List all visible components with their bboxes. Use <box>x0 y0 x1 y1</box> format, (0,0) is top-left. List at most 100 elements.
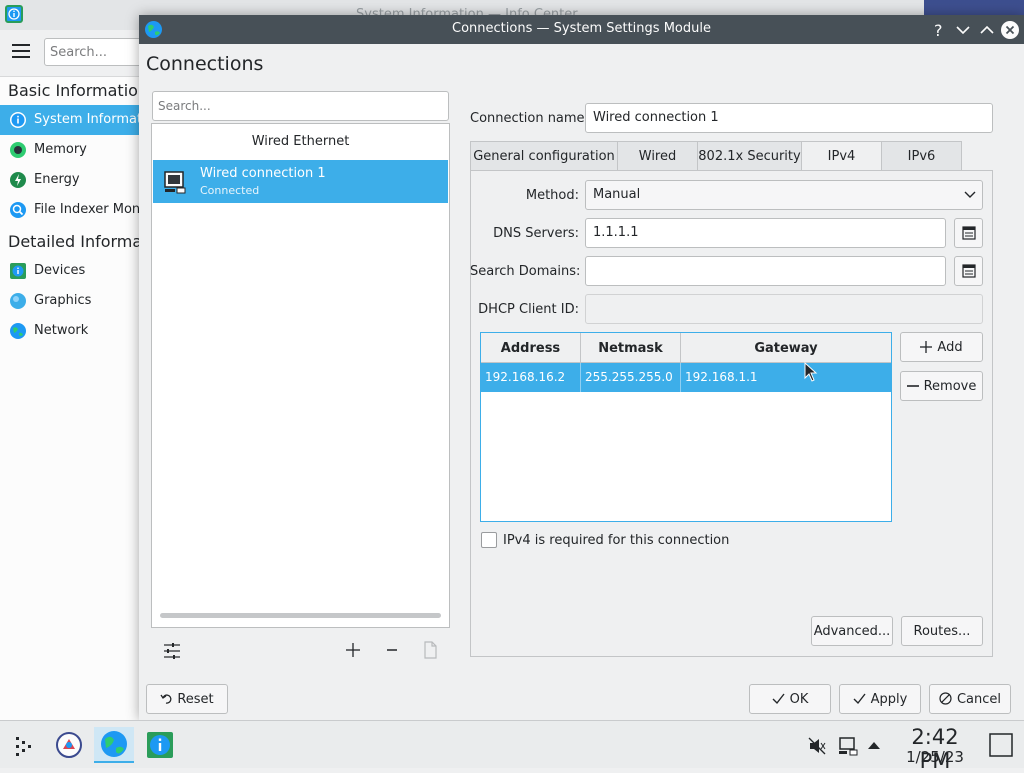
routes-button[interactable]: Routes... <box>901 616 983 646</box>
cancel-button[interactable]: Cancel <box>929 684 1011 714</box>
checkmark-icon <box>772 693 785 705</box>
add-label: Add <box>937 340 963 355</box>
sidebar-item-memory[interactable]: Memory <box>0 135 140 165</box>
minus-icon <box>906 385 919 387</box>
advanced-button[interactable]: Advanced... <box>811 616 893 646</box>
remove-address-button[interactable]: Remove <box>900 371 983 401</box>
ipv4-required-checkbox[interactable] <box>481 532 497 548</box>
task-connections[interactable] <box>94 727 134 763</box>
maximize-chevron-up-icon[interactable] <box>977 20 997 40</box>
apply-label: Apply <box>870 692 908 707</box>
reset-label: Reset <box>177 692 214 707</box>
volume-muted-icon[interactable] <box>808 737 826 755</box>
task-system-settings[interactable] <box>49 727 89 763</box>
tab-ipv4[interactable]: IPv4 <box>801 141 882 172</box>
remove-connection-icon[interactable] <box>380 638 404 662</box>
sidebar-item-label: File Indexer Monitor <box>34 202 140 217</box>
chevron-down-icon <box>964 190 976 200</box>
tab-ipv6[interactable]: IPv6 <box>881 141 962 171</box>
clock-date[interactable]: 1/25/23 <box>893 748 977 766</box>
configure-sliders-icon[interactable] <box>160 638 184 662</box>
cancel-label: Cancel <box>956 692 1002 707</box>
info-icon <box>9 111 27 129</box>
task-info-center[interactable] <box>140 727 180 763</box>
mouse-cursor-icon <box>804 362 818 382</box>
connection-search-input[interactable]: Search... <box>152 91 449 121</box>
connection-name-field[interactable]: Wired connection 1 <box>585 103 993 133</box>
application-launcher-icon[interactable] <box>4 727 44 763</box>
sidebar-item-label: System Information <box>34 112 140 127</box>
minimize-chevron-down-icon[interactable] <box>953 20 973 40</box>
sidebar-item-system-information[interactable]: System Information <box>0 105 140 135</box>
table-cell-netmask[interactable]: 255.255.255.0 <box>581 363 681 392</box>
horizontal-scrollbar[interactable] <box>160 613 441 618</box>
sidebar-item-label: Memory <box>34 142 87 157</box>
cancel-icon <box>939 692 952 705</box>
tab-8021x-security[interactable]: 802.1x Security <box>697 141 802 171</box>
export-document-icon[interactable] <box>418 638 442 662</box>
column-header-netmask[interactable]: Netmask <box>581 333 681 363</box>
dialog-title: Connections — System Settings Module <box>452 21 711 36</box>
ok-label: OK <box>789 692 809 707</box>
sidebar-item-network[interactable]: Network <box>0 316 140 346</box>
method-label: Method: <box>525 188 579 203</box>
sidebar-item-file-indexer-monitor[interactable]: File Indexer Monitor <box>0 195 140 225</box>
checkmark-icon <box>853 693 866 705</box>
search-domains-field[interactable] <box>585 256 946 286</box>
connections-dialog: Connections — System Settings Module ? C… <box>139 15 1024 720</box>
file-indexer-icon <box>9 201 27 219</box>
connection-name-label: Connection name: <box>470 111 589 126</box>
tray-expand-chevron-up-icon[interactable] <box>867 739 881 751</box>
list-edit-icon <box>961 226 976 240</box>
addresses-table: Address Netmask Gateway 192.168.16.2 255… <box>480 332 892 522</box>
energy-icon <box>9 171 27 189</box>
column-header-address[interactable]: Address <box>481 333 581 363</box>
ipv4-required-label: IPv4 is required for this connection <box>503 533 730 548</box>
info-center-sidebar: Basic Information System Information Mem… <box>0 77 173 720</box>
sidebar-item-label: Graphics <box>34 293 92 308</box>
reset-button[interactable]: Reset <box>146 684 228 714</box>
page-title: Connections <box>146 53 264 75</box>
apply-button[interactable]: Apply <box>839 684 921 714</box>
table-cell-gateway[interactable]: 192.168.1.1 <box>681 363 891 392</box>
section-heading-basic: Basic Information <box>8 81 149 100</box>
dhcp-client-id-field[interactable] <box>585 294 983 324</box>
search-domains-edit-button[interactable] <box>954 256 983 286</box>
graphics-icon <box>9 292 27 310</box>
show-desktop-icon[interactable] <box>988 732 1014 758</box>
table-cell-address[interactable]: 192.168.16.2 <box>481 363 581 392</box>
dns-servers-field[interactable]: 1.1.1.1 <box>585 218 946 248</box>
hamburger-menu-icon[interactable] <box>12 43 30 59</box>
ok-button[interactable]: OK <box>749 684 831 714</box>
method-value: Manual <box>593 187 641 202</box>
list-edit-icon <box>961 264 976 278</box>
wired-network-icon <box>163 170 187 194</box>
sidebar-item-graphics[interactable]: Graphics <box>0 286 140 316</box>
remove-label: Remove <box>923 379 977 394</box>
memory-icon <box>9 141 27 159</box>
sidebar-item-energy[interactable]: Energy <box>0 165 140 195</box>
column-header-gateway[interactable]: Gateway <box>681 333 891 363</box>
info-center-app-icon <box>5 5 23 23</box>
sidebar-item-label: Devices <box>34 263 86 278</box>
network-status-icon[interactable] <box>838 736 858 756</box>
connection-name: Wired connection 1 <box>200 166 326 181</box>
help-icon[interactable]: ? <box>929 20 949 40</box>
tab-wired[interactable]: Wired <box>617 141 698 171</box>
devices-icon <box>9 262 27 280</box>
tab-general-configuration[interactable]: General configuration <box>470 141 618 171</box>
dns-servers-label: DNS Servers: <box>493 226 579 241</box>
method-select[interactable]: Manual <box>585 180 983 210</box>
svg-text:?: ? <box>934 21 943 40</box>
add-address-button[interactable]: Add <box>900 332 983 362</box>
dialog-titlebar: Connections — System Settings Module ? <box>139 15 1024 44</box>
sidebar-item-label: Energy <box>34 172 80 187</box>
dns-list-edit-button[interactable] <box>954 218 983 248</box>
add-connection-icon[interactable] <box>341 638 365 662</box>
plus-icon <box>920 341 933 353</box>
connection-item-wired-1[interactable]: Wired connection 1 Connected <box>153 160 448 203</box>
close-icon[interactable] <box>1000 20 1020 40</box>
sidebar-item-devices[interactable]: Devices <box>0 256 140 286</box>
group-header: Wired Ethernet <box>251 134 350 149</box>
network-icon <box>9 322 27 340</box>
